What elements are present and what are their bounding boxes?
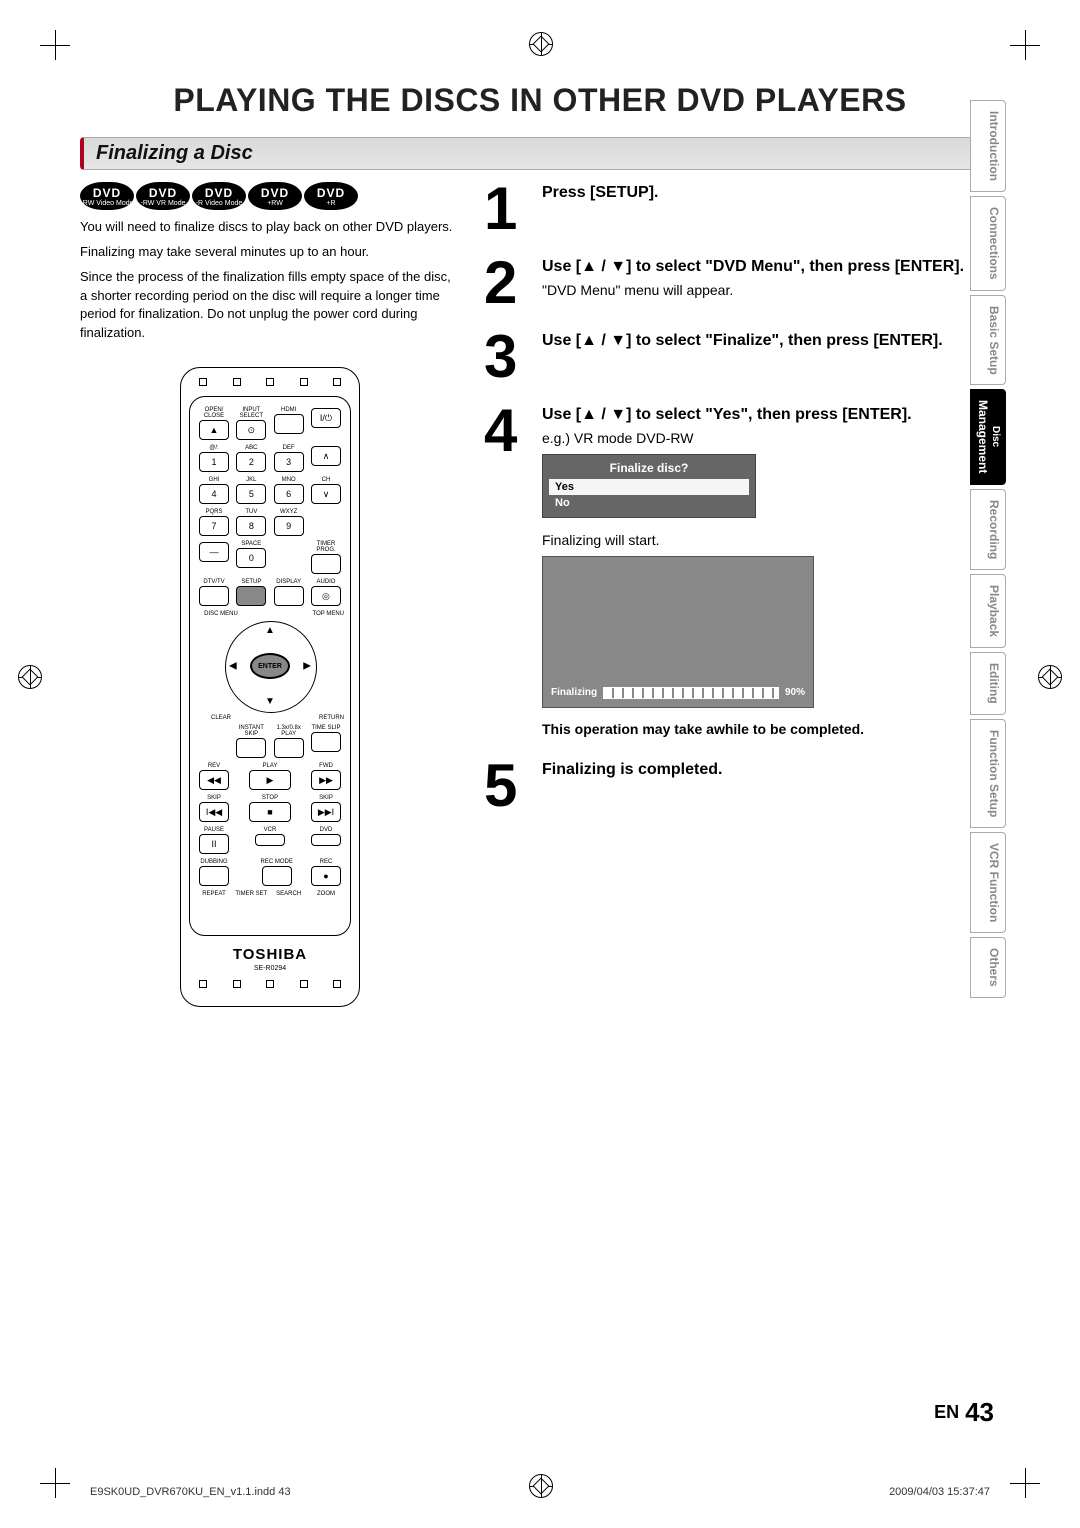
remote-hdmi-button	[274, 414, 304, 434]
remote-time-slip	[311, 732, 341, 752]
remote-play: ▶	[249, 770, 291, 790]
finalize-progress-screen: Finalizing 90%	[542, 556, 814, 708]
tab-recording[interactable]: Recording	[970, 489, 1006, 570]
badge-dvd-rw-video: DVD-RW Video Mode	[80, 182, 134, 210]
tab-introduction[interactable]: Introduction	[970, 100, 1006, 192]
remote-rec: ●	[311, 866, 341, 886]
imprint-file: E9SK0UD_DVR670KU_EN_v1.1.indd 43	[90, 1486, 291, 1498]
remote-num-0: 0	[236, 548, 266, 568]
remote-ch-down: ∨	[311, 484, 341, 504]
step-2-sub: "DVD Menu" menu will appear.	[542, 282, 1000, 298]
remote-timer-prog	[311, 554, 341, 574]
step-4-number: 4	[484, 404, 534, 458]
progress-label: Finalizing	[551, 687, 597, 698]
intro-paragraph-2: Finalizing may take several minutes up t…	[80, 243, 460, 262]
tab-playback[interactable]: Playback	[970, 574, 1006, 648]
registration-mark-left	[18, 665, 42, 689]
step-4-title: Use [▲ / ▼] to select "Yes", then press …	[542, 404, 1000, 426]
remote-num-9: 9	[274, 516, 304, 536]
step-1-title: Press [SETUP].	[542, 182, 1000, 204]
tab-basic-setup[interactable]: Basic Setup	[970, 295, 1006, 386]
remote-num-3: 3	[274, 452, 304, 472]
tab-vcr-function[interactable]: VCR Function	[970, 832, 1006, 933]
remote-ch-up: ∧	[311, 446, 341, 466]
section-heading: Finalizing a Disc	[96, 142, 986, 165]
step-4-sub: e.g.) VR mode DVD-RW	[542, 430, 1000, 446]
step-4-after: Finalizing will start.	[542, 532, 1000, 548]
step-5-number: 5	[484, 759, 534, 813]
badge-dvd-r-video: DVD-R Video Mode	[192, 182, 246, 210]
remote-num-8: 8	[236, 516, 266, 536]
remote-pause: II	[199, 834, 229, 854]
remote-up-icon: ▲	[265, 625, 275, 636]
step-2-number: 2	[484, 256, 534, 310]
badge-dvd-rw-vr: DVD-RW VR Mode	[136, 182, 190, 210]
remote-input-select-button: ⊙	[236, 420, 266, 440]
intro-paragraph-3: Since the process of the finalization fi…	[80, 268, 460, 343]
remote-brand: TOSHIBA	[189, 946, 351, 963]
chapter-tabs: Introduction Connections Basic Setup Dis…	[970, 100, 1006, 998]
imprint-timestamp: 2009/04/03 15:37:47	[889, 1486, 990, 1498]
remote-open-close-button: ▲	[199, 420, 229, 440]
remote-dubbing	[199, 866, 229, 886]
remote-dpad: ▲ ▼ ◀ ▶ ENTER	[225, 621, 315, 711]
remote-num-1: 1	[199, 452, 229, 472]
menu-title: Finalize disc?	[549, 461, 749, 475]
remote-dvd	[311, 834, 341, 846]
menu-option-yes: Yes	[549, 479, 749, 495]
remote-slow-play	[274, 738, 304, 758]
remote-rev: ◀◀	[199, 770, 229, 790]
remote-num-2: 2	[236, 452, 266, 472]
remote-model: SE-R0294	[189, 965, 351, 972]
remote-right-icon: ▶	[303, 661, 311, 672]
remote-rec-mode	[262, 866, 292, 886]
remote-display	[274, 586, 304, 606]
progress-bar	[603, 687, 779, 699]
remote-stop: ■	[249, 802, 291, 822]
finalize-confirm-menu: Finalize disc? Yes No	[542, 454, 756, 518]
tab-others[interactable]: Others	[970, 937, 1006, 998]
remote-skip-back: I◀◀	[199, 802, 229, 822]
remote-vcr	[255, 834, 285, 846]
intro-paragraph-1: You will need to finalize discs to play …	[80, 218, 460, 237]
remote-setup-button	[236, 586, 266, 606]
remote-dtv-tv	[199, 586, 229, 606]
step-5-title: Finalizing is completed.	[542, 759, 1000, 781]
remote-control-diagram: OPEN/ CLOSE▲ INPUT SELECT⊙ HDMI I/⏻ @/:1…	[80, 367, 460, 1007]
remote-num-7: 7	[199, 516, 229, 536]
progress-percent: 90%	[785, 687, 805, 698]
step-1-number: 1	[484, 182, 534, 236]
tab-disc-management[interactable]: DiscManagement	[970, 389, 1006, 484]
step-2-title: Use [▲ / ▼] to select "DVD Menu", then p…	[542, 256, 1000, 278]
tab-connections[interactable]: Connections	[970, 196, 1006, 291]
remote-num-4: 4	[199, 484, 229, 504]
disc-format-badges: DVD-RW Video Mode DVD-RW VR Mode DVD-R V…	[80, 182, 460, 210]
remote-dash: —	[199, 542, 229, 562]
remote-audio: ◎	[311, 586, 341, 606]
remote-fwd: ▶▶	[311, 770, 341, 790]
registration-mark-right	[1038, 665, 1062, 689]
step-3-number: 3	[484, 330, 534, 384]
remote-power-button: I/⏻	[311, 408, 341, 428]
tab-editing[interactable]: Editing	[970, 652, 1006, 715]
badge-dvd-plus-r: DVD+R	[304, 182, 358, 210]
step-4-note: This operation may take awhile to be com…	[542, 720, 1000, 740]
remote-num-6: 6	[274, 484, 304, 504]
menu-option-no: No	[549, 495, 749, 511]
remote-enter-button: ENTER	[250, 653, 290, 679]
page-title: PLAYING THE DISCS IN OTHER DVD PLAYERS	[80, 82, 1000, 119]
imprint-line: E9SK0UD_DVR670KU_EN_v1.1.indd 43 2009/04…	[80, 1486, 1000, 1498]
remote-instant-skip	[236, 738, 266, 758]
registration-mark-top	[529, 32, 553, 56]
remote-skip-fwd: ▶▶I	[311, 802, 341, 822]
badge-dvd-plus-rw: DVD+RW	[248, 182, 302, 210]
remote-down-icon: ▼	[265, 696, 275, 707]
section-heading-bar: Finalizing a Disc	[80, 137, 1000, 170]
page-number: EN43	[934, 1397, 994, 1428]
step-3-title: Use [▲ / ▼] to select "Finalize", then p…	[542, 330, 1000, 352]
remote-left-icon: ◀	[229, 661, 237, 672]
tab-function-setup[interactable]: Function Setup	[970, 719, 1006, 828]
remote-num-5: 5	[236, 484, 266, 504]
